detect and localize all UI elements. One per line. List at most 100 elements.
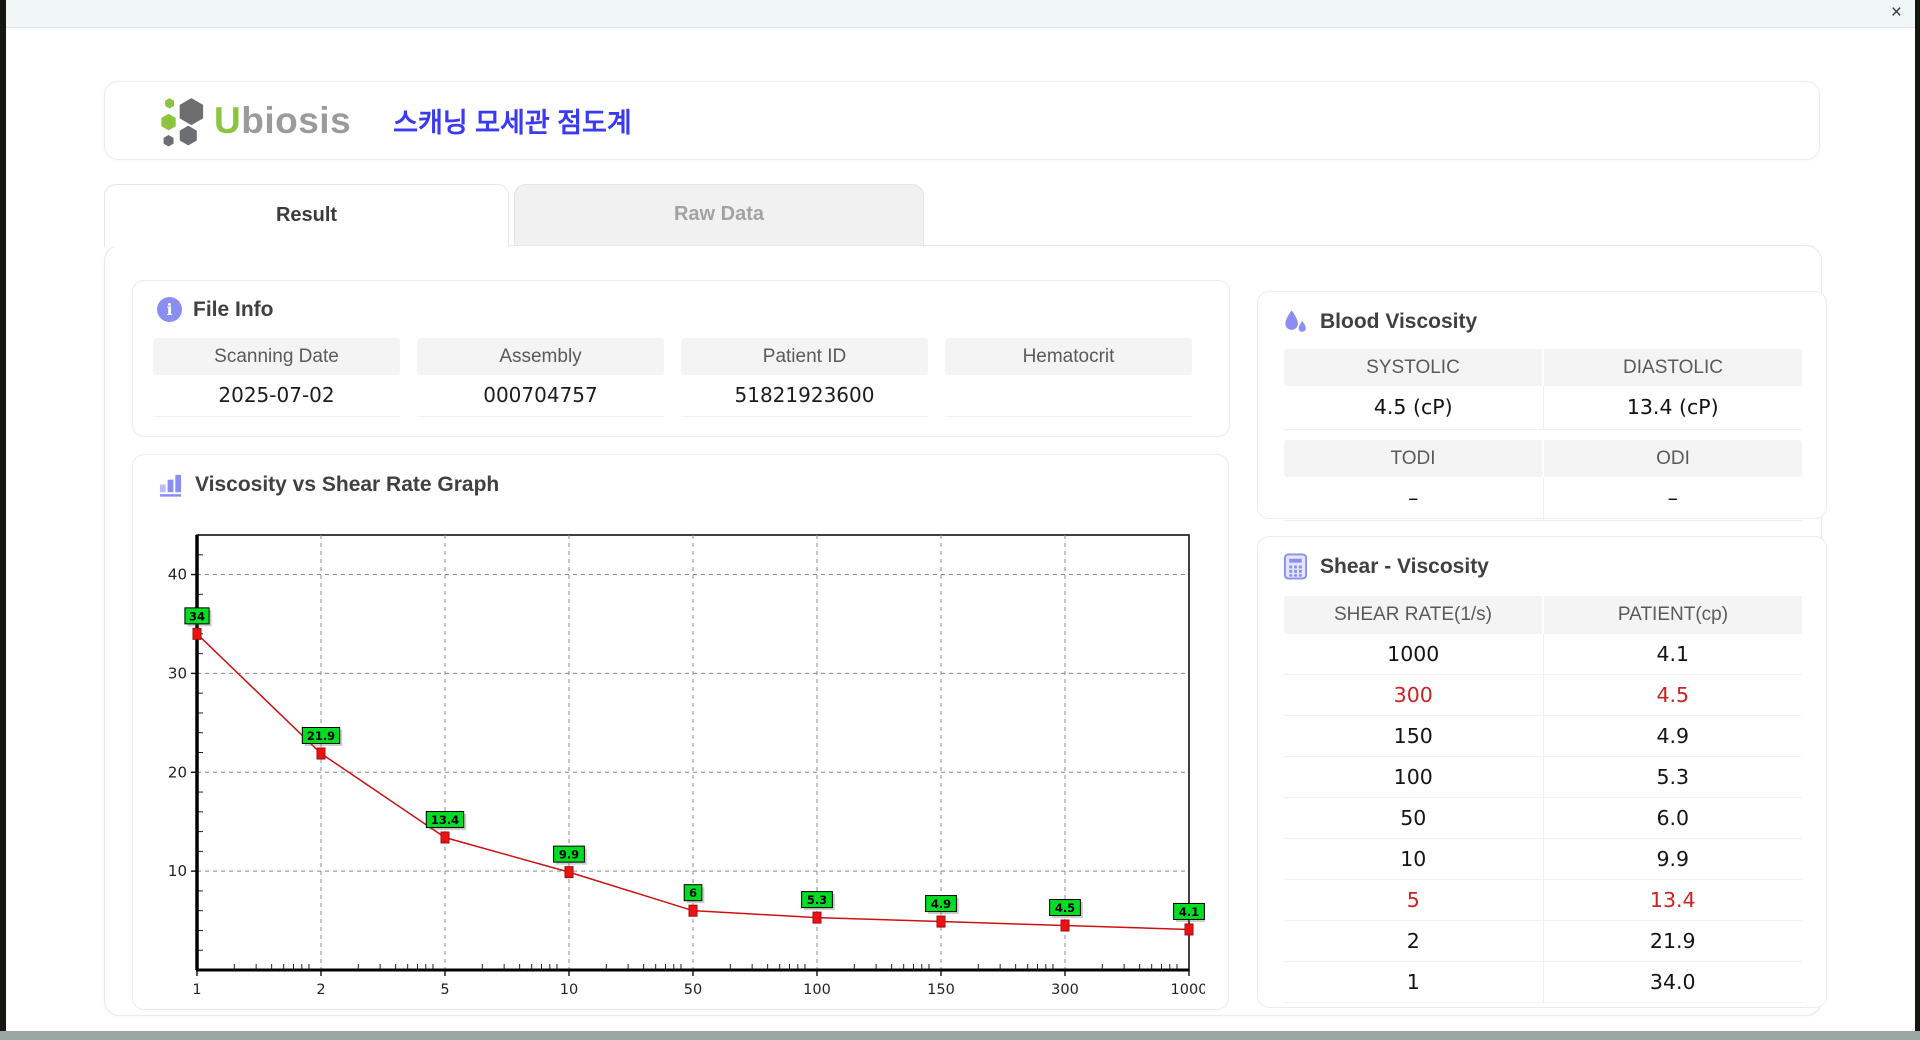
calculator-icon: [1283, 553, 1308, 580]
svg-text:300: 300: [1051, 982, 1079, 998]
svg-text:6: 6: [689, 886, 697, 900]
patient-value-cell: 4.5: [1543, 675, 1802, 716]
shear-rate-cell: 100: [1284, 757, 1544, 798]
column-header: ODI: [1544, 440, 1802, 477]
value-cell: –: [1284, 477, 1544, 521]
tab-result[interactable]: Result: [104, 184, 509, 247]
table-row: 2 21.9: [1284, 921, 1802, 962]
shear-rate-cell: 10: [1284, 839, 1544, 880]
blood-viscosity-tables: SYSTOLIC DIASTOLIC 4.5 (cP) 13.4 (cP) TO…: [1284, 349, 1802, 521]
table-header-row: TODI ODI: [1284, 440, 1802, 477]
patient-value-cell: 4.9: [1543, 716, 1802, 757]
value-cell: 13.4 (cP): [1543, 386, 1802, 430]
shear-rate-cell: 1: [1284, 962, 1544, 1003]
desktop: { "window": {"close_glyph": "×"}, "heade…: [0, 0, 1920, 1040]
titlebar: ×: [6, 0, 1915, 28]
svg-text:40: 40: [168, 566, 187, 584]
graph-card: Viscosity vs Shear Rate Graph 10 20 30 40 1 2…: [132, 454, 1229, 1010]
svg-text:20: 20: [168, 763, 187, 781]
tab-bar: Result Raw Data: [104, 184, 924, 247]
section-heading: File Info: [193, 297, 274, 321]
field-value: 000704757: [417, 375, 664, 417]
bar-chart-icon: [159, 474, 182, 497]
svg-text:1: 1: [192, 982, 201, 998]
column-header: SYSTOLIC: [1284, 349, 1544, 386]
column-header: DIASTOLIC: [1544, 349, 1802, 386]
svg-text:34: 34: [189, 609, 205, 623]
shear-rate-cell: 5: [1284, 880, 1544, 921]
patient-value-cell: 4.1: [1543, 634, 1802, 675]
svg-text:5: 5: [440, 982, 449, 998]
table-header-row: SYSTOLIC DIASTOLIC: [1284, 349, 1802, 386]
patient-value-cell: 6.0: [1543, 798, 1802, 839]
patient-value-cell: 5.3: [1543, 757, 1802, 798]
column-header: TODI: [1284, 440, 1544, 477]
table-row: 5 13.4: [1284, 880, 1802, 921]
blood-viscosity-table: TODI ODI – –: [1284, 440, 1802, 521]
file-info-field: Hematocrit: [945, 338, 1192, 417]
shear-rate-cell: 300: [1284, 675, 1544, 716]
value-cell: 4.5 (cP): [1284, 386, 1544, 430]
file-info-field: Assembly 000704757: [417, 338, 664, 417]
svg-text:1000: 1000: [1171, 982, 1205, 998]
file-info-card: i File Info Scanning Date 2025-07-02 Ass…: [132, 280, 1230, 437]
field-label: Patient ID: [681, 338, 928, 375]
field-value: [945, 375, 1192, 417]
result-panel: i File Info Scanning Date 2025-07-02 Ass…: [104, 245, 1827, 1016]
tab-raw-data[interactable]: Raw Data: [514, 184, 924, 245]
svg-text:10: 10: [168, 862, 187, 880]
shear-rate-cell: 1000: [1284, 634, 1544, 675]
hexagon-logo-icon: [161, 97, 204, 146]
blood-viscosity-card: Blood Viscosity SYSTOLIC DIASTOLIC 4.5 (…: [1257, 291, 1827, 521]
page-title: 스캐닝 모세관 점도계: [393, 108, 632, 138]
table-row: 50 6.0: [1284, 798, 1802, 839]
svg-text:150: 150: [927, 982, 955, 998]
table-row: 300 4.5: [1284, 675, 1802, 716]
svg-text:10: 10: [560, 982, 578, 998]
file-info-field: Patient ID 51821923600: [681, 338, 928, 417]
svg-text:30: 30: [168, 664, 187, 682]
svg-text:4.9: 4.9: [931, 897, 951, 911]
section-heading: Blood Viscosity: [1320, 309, 1478, 333]
svg-text:2: 2: [316, 982, 325, 998]
svg-text:100: 100: [803, 982, 831, 998]
droplets-icon: [1285, 310, 1306, 332]
value-cell: –: [1543, 477, 1802, 521]
shear-viscosity-title: Shear - Viscosity: [1282, 553, 1826, 580]
field-label: Scanning Date: [153, 338, 400, 375]
blood-viscosity-table: SYSTOLIC DIASTOLIC 4.5 (cP) 13.4 (cP): [1284, 349, 1802, 430]
svg-text:50: 50: [684, 982, 702, 998]
patient-value-cell: 21.9: [1543, 921, 1802, 962]
graph-title: Viscosity vs Shear Rate Graph: [157, 471, 1228, 498]
section-heading: Shear - Viscosity: [1320, 554, 1489, 578]
table-header-row: SHEAR RATE(1/s) PATIENT(cp): [1284, 596, 1802, 634]
patient-value-cell: 34.0: [1543, 962, 1802, 1003]
table-row: 1 34.0: [1284, 962, 1802, 1003]
svg-text:13.4: 13.4: [431, 813, 459, 827]
file-info-field: Scanning Date 2025-07-02: [153, 338, 400, 417]
field-label: Assembly: [417, 338, 664, 375]
window-bottom-edge: [0, 1031, 1920, 1040]
field-label: Hematocrit: [945, 338, 1192, 375]
svg-text:4.1: 4.1: [1179, 905, 1199, 919]
field-value: 2025-07-02: [153, 375, 400, 417]
close-icon[interactable]: ×: [1891, 2, 1902, 24]
table-row: 150 4.9: [1284, 716, 1802, 757]
svg-text:4.5: 4.5: [1055, 901, 1075, 915]
table-row: 10 9.9: [1284, 839, 1802, 880]
svg-text:9.9: 9.9: [559, 848, 579, 862]
column-header-patient: PATIENT(cp): [1544, 596, 1802, 634]
app-window: × Ubiosis 스캐닝 모세관 점도계 Result Raw Data i …: [6, 0, 1915, 1031]
info-icon: i: [157, 297, 182, 322]
table-row: 1000 4.1: [1284, 634, 1802, 675]
shear-rate-cell: 150: [1284, 716, 1544, 757]
svg-text:21.9: 21.9: [307, 729, 335, 743]
patient-value-cell: 9.9: [1543, 839, 1802, 880]
shear-rate-cell: 50: [1284, 798, 1544, 839]
table-row: 100 5.3: [1284, 757, 1802, 798]
field-value: 51821923600: [681, 375, 928, 417]
column-header-shear-rate: SHEAR RATE(1/s): [1284, 596, 1544, 634]
shear-viscosity-card: Shear - Viscosity SHEAR RATE(1/s) PATIEN…: [1257, 536, 1827, 1008]
table-value-row: – –: [1284, 477, 1802, 521]
table-value-row: 4.5 (cP) 13.4 (cP): [1284, 386, 1802, 430]
